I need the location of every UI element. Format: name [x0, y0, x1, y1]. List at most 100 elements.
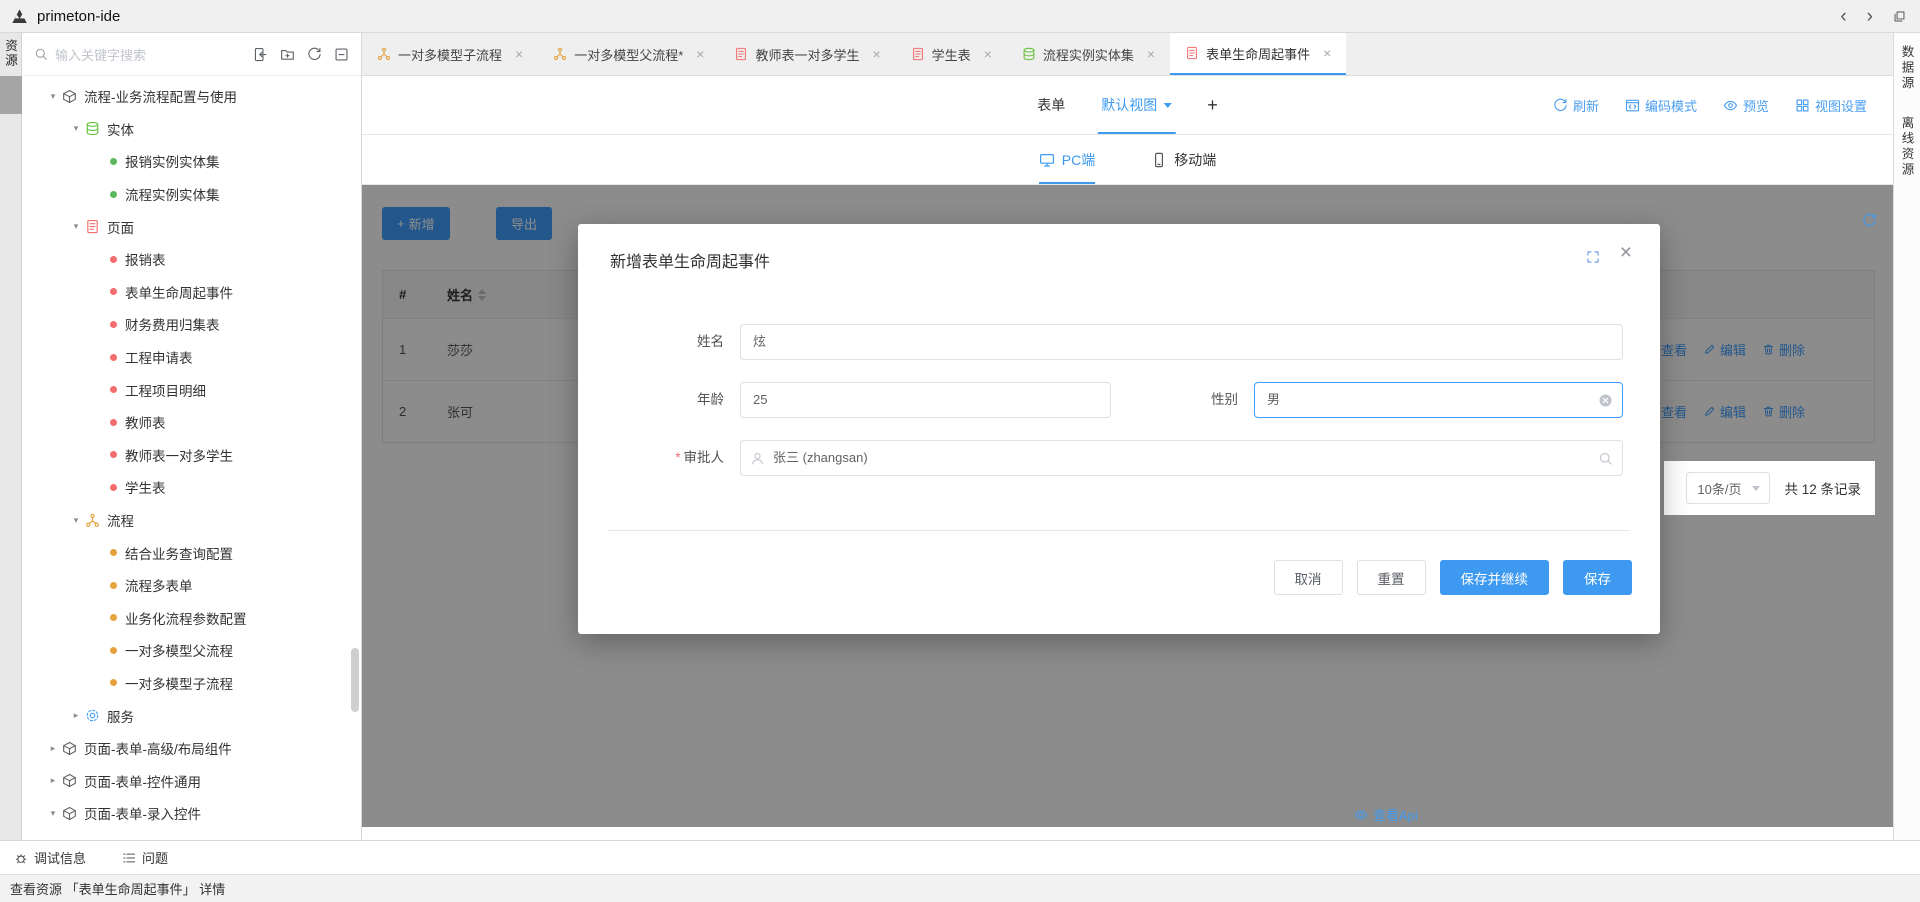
tree-expand-arrow-icon[interactable]: ▾: [69, 221, 83, 232]
tree-item[interactable]: ▾ 实体: [22, 113, 361, 146]
tree-toolbar-icon[interactable]: [280, 47, 295, 62]
issues-tab[interactable]: 问题: [122, 848, 168, 867]
chevron-down-icon[interactable]: [1163, 103, 1171, 108]
tree-item-dot-icon: [110, 549, 117, 556]
clear-icon[interactable]: [1598, 393, 1613, 408]
tree-item[interactable]: 表单生命周起事件: [22, 276, 361, 309]
close-icon[interactable]: ×: [1620, 242, 1632, 263]
tree-toolbar-icon[interactable]: [334, 47, 349, 62]
dialog-divider: [608, 530, 1630, 531]
gender-select[interactable]: 男: [1254, 382, 1623, 418]
right-strip-tab[interactable]: 离线资源: [1898, 104, 1917, 190]
tree-item-dot-icon: [110, 321, 117, 328]
editor-tab[interactable]: 一对多模型子流程 ×: [362, 33, 538, 75]
tab-close-icon[interactable]: ×: [872, 46, 880, 62]
tab-close-icon[interactable]: ×: [696, 46, 704, 62]
tree-item-label: 工程项目明细: [125, 380, 206, 400]
tree-item[interactable]: 教师表一对多学生: [22, 439, 361, 472]
right-strip-tab[interactable]: 数据源: [1898, 33, 1917, 104]
tree-expand-arrow-icon[interactable]: ▾: [69, 123, 83, 134]
editor-tab[interactable]: 表单生命周起事件 ×: [1170, 33, 1346, 75]
resources-strip-tab[interactable]: 资源: [1, 33, 20, 76]
tree-expand-arrow-icon[interactable]: ▾: [46, 91, 60, 102]
app-logo-icon: [10, 7, 29, 26]
tree-item[interactable]: 财务费用归集表: [22, 308, 361, 341]
debug-info-tab[interactable]: 调试信息: [14, 848, 86, 867]
tree-toolbar-icon[interactable]: [307, 47, 322, 62]
status-bar: 查看资源 「表单生命周起事件」 详情: [0, 874, 1920, 902]
cancel-button[interactable]: 取消: [1274, 560, 1343, 595]
tree-item[interactable]: 结合业务查询配置: [22, 536, 361, 569]
tree-item[interactable]: ▾ 流程-业务流程配置与使用: [22, 80, 361, 113]
editor-tab[interactable]: 学生表 ×: [896, 33, 1007, 75]
sync-refresh-icon[interactable]: [1862, 213, 1877, 228]
save-and-continue-button[interactable]: 保存并继续: [1440, 560, 1550, 595]
tree-item-dot-icon: [110, 354, 117, 361]
tab-close-icon[interactable]: ×: [515, 46, 523, 62]
window-restore-icon[interactable]: [1893, 10, 1906, 23]
tree-item[interactable]: 流程多表单: [22, 569, 361, 602]
tree-expand-arrow-icon[interactable]: ▸: [46, 743, 60, 754]
reset-button[interactable]: 重置: [1357, 560, 1426, 595]
device-tab[interactable]: PC端: [1039, 135, 1095, 184]
tree-item[interactable]: 流程实例实体集: [22, 178, 361, 211]
device-tab[interactable]: 移动端: [1151, 135, 1216, 184]
tree-item-dot-icon: [110, 647, 117, 654]
tree-item[interactable]: ▸ 页面-表单-控件通用: [22, 764, 361, 797]
fullscreen-icon[interactable]: [1586, 250, 1600, 264]
tree-item[interactable]: 一对多模型父流程: [22, 634, 361, 667]
eye-icon: [1354, 808, 1368, 822]
approver-field[interactable]: 张三 (zhangsan): [740, 440, 1623, 476]
tree-toolbar-icon[interactable]: [253, 47, 268, 62]
tree-item-icon: [85, 513, 100, 528]
page-size-select[interactable]: 10条/页: [1686, 472, 1770, 504]
tab-close-icon[interactable]: ×: [1323, 45, 1331, 61]
tree-item[interactable]: ▾ 页面: [22, 210, 361, 243]
tree-item[interactable]: 报销表: [22, 243, 361, 276]
tree-item-label: 页面-表单-高级/布局组件: [84, 738, 232, 758]
header-action-link[interactable]: 编码模式: [1625, 96, 1697, 115]
tree-item-dot-icon: [110, 256, 117, 263]
tree-item[interactable]: ▸ 页面-表单-高级/布局组件: [22, 732, 361, 765]
tree-item[interactable]: 学生表: [22, 471, 361, 504]
tab-default-view[interactable]: 默认视图: [1101, 76, 1171, 134]
tree-expand-arrow-icon[interactable]: ▾: [69, 515, 83, 526]
tree-item[interactable]: 业务化流程参数配置: [22, 602, 361, 635]
age-field[interactable]: 25: [740, 382, 1111, 418]
tree-item[interactable]: 教师表: [22, 406, 361, 439]
tree-scrollbar-thumb[interactable]: [351, 648, 359, 712]
tree-expand-arrow-icon[interactable]: ▸: [69, 710, 83, 721]
header-action-link[interactable]: 视图设置: [1795, 96, 1867, 115]
editor-tab[interactable]: 教师表一对多学生 ×: [719, 33, 895, 75]
add-view-button[interactable]: +: [1207, 95, 1218, 116]
tab-close-icon[interactable]: ×: [984, 46, 992, 62]
tree-item-dot-icon: [110, 451, 117, 458]
save-button[interactable]: 保存: [1563, 560, 1632, 595]
search-icon[interactable]: [1598, 451, 1613, 466]
tab-form[interactable]: 表单: [1037, 95, 1065, 115]
name-field[interactable]: 炫: [740, 324, 1623, 360]
view-api-link[interactable]: 查看Api: [1354, 805, 1418, 824]
nav-back-icon[interactable]: ‹: [1840, 7, 1846, 26]
tree-item[interactable]: ▾ 流程: [22, 504, 361, 537]
tab-default-view-label: 默认视图: [1101, 95, 1157, 115]
editor-tab[interactable]: 一对多模型父流程* ×: [538, 33, 719, 75]
tree-expand-arrow-icon[interactable]: ▸: [46, 775, 60, 786]
tree-item[interactable]: 一对多模型子流程: [22, 667, 361, 700]
tree-expand-arrow-icon[interactable]: ▾: [46, 808, 60, 819]
tree-item[interactable]: ▸ 服务: [22, 699, 361, 732]
tree-item[interactable]: 报销实例实体集: [22, 145, 361, 178]
tree-item-label: 一对多模型子流程: [125, 673, 233, 693]
nav-forward-icon[interactable]: ›: [1867, 7, 1873, 26]
tab-close-icon[interactable]: ×: [1147, 46, 1155, 62]
header-action-link[interactable]: 预览: [1723, 96, 1769, 115]
editor-tab[interactable]: 流程实例实体集 ×: [1007, 33, 1170, 75]
search-input[interactable]: 输入关键字搜索: [55, 45, 253, 64]
header-action-link[interactable]: 刷新: [1553, 96, 1599, 115]
tree-item[interactable]: 工程申请表: [22, 341, 361, 374]
tree-item[interactable]: 工程项目明细: [22, 373, 361, 406]
tree-item-dot-icon: [110, 288, 117, 295]
tree-item[interactable]: ▾ 页面-表单-录入控件: [22, 797, 361, 830]
status-text: 查看资源 「表单生命周起事件」 详情: [10, 879, 225, 898]
tree-item-label: 实体: [107, 119, 134, 139]
